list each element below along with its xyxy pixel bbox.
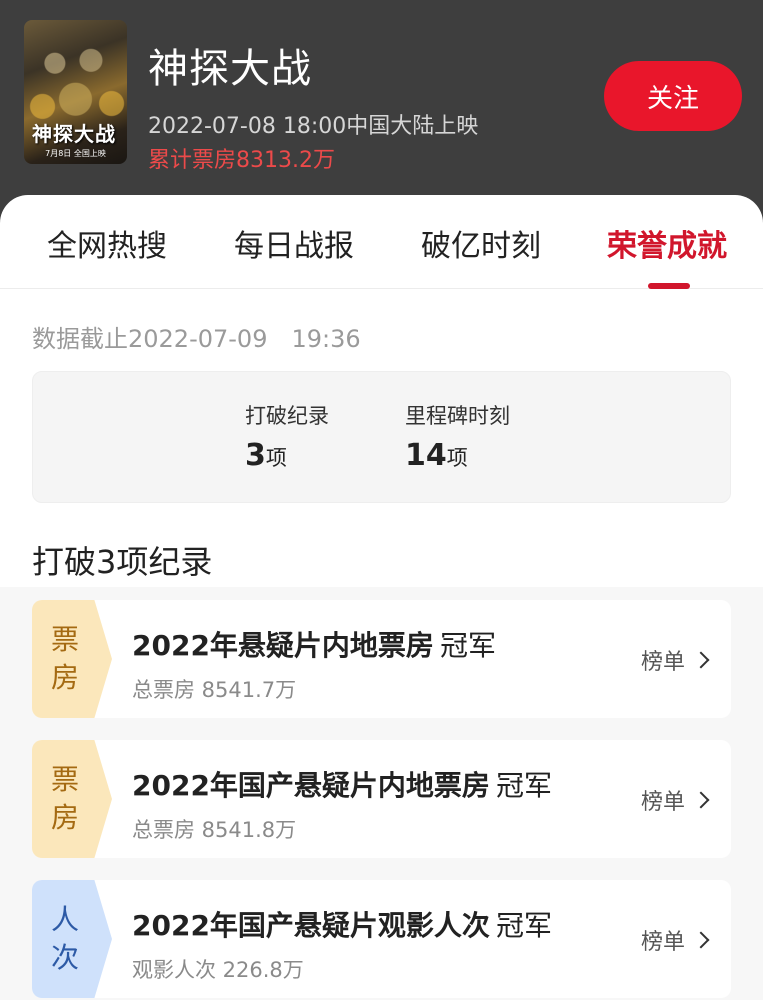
follow-button[interactable]: 关注	[604, 61, 742, 131]
tag-char: 票	[50, 623, 79, 656]
tag-char: 房	[50, 801, 79, 834]
record-detail: 总票房 8541.8万	[132, 818, 297, 842]
record-card[interactable]: 票 房 2022年国产悬疑片内地票房 冠军 总票房 8541.8万 榜单	[32, 740, 731, 858]
tab-honors[interactable]: 荣誉成就	[607, 221, 727, 265]
milestones-count: 14项	[405, 438, 468, 473]
tab-bar: 全网热搜 每日战报 破亿时刻 荣誉成就	[0, 195, 763, 289]
movie-poster[interactable]: 神探大战 7月8日 全国上映	[24, 20, 127, 164]
record-detail: 观影人次 226.8万	[132, 958, 304, 982]
record-card[interactable]: 人 次 2022年国产悬疑片观影人次 冠军 观影人次 226.8万 榜单	[32, 880, 731, 998]
tab-hot-search[interactable]: 全网热搜	[47, 221, 167, 265]
tab-daily-report[interactable]: 每日战报	[234, 221, 354, 265]
record-title: 2022年悬疑片内地票房 冠军	[132, 624, 496, 664]
chart-link-label: 榜单	[640, 790, 685, 815]
records-value: 3	[245, 438, 266, 473]
chart-link[interactable]: 榜单	[640, 784, 710, 816]
chevron-right-icon	[692, 651, 710, 669]
record-rank: 冠军	[495, 909, 552, 942]
chevron-right-icon	[692, 931, 710, 949]
cumulative-boxoffice: 累计票房8313.2万	[148, 148, 335, 173]
data-cutoff-time: 数据截止2022-07-09 19:36	[32, 325, 361, 353]
records-unit: 项	[265, 446, 287, 470]
tab-100m-moment[interactable]: 破亿时刻	[421, 221, 541, 265]
chevron-right-icon	[692, 791, 710, 809]
record-card[interactable]: 票 房 2022年悬疑片内地票房 冠军 总票房 8541.7万 榜单	[32, 600, 731, 718]
records-label: 打破纪录	[245, 404, 329, 428]
category-tag: 票 房	[32, 740, 112, 858]
record-name: 2022年国产悬疑片观影人次	[132, 909, 490, 942]
active-tab-indicator	[648, 283, 690, 289]
tag-char: 票	[50, 763, 79, 796]
records-count: 3项	[245, 438, 287, 473]
record-title: 2022年国产悬疑片内地票房 冠军	[132, 764, 552, 804]
record-title: 2022年国产悬疑片观影人次 冠军	[132, 904, 552, 944]
tag-char: 房	[50, 661, 79, 694]
poster-subtitle: 7月8日 全国上映	[45, 149, 106, 158]
tag-char: 次	[50, 941, 79, 974]
chart-link[interactable]: 榜单	[640, 644, 710, 676]
milestones-unit: 项	[446, 446, 468, 470]
category-tag: 人 次	[32, 880, 112, 998]
chart-link-label: 榜单	[640, 650, 685, 675]
honors-summary-card: 打破纪录 3项 里程碑时刻 14项	[32, 371, 731, 503]
milestones-value: 14	[405, 438, 447, 473]
milestones-label: 里程碑时刻	[405, 404, 510, 428]
record-detail: 总票房 8541.7万	[132, 678, 297, 702]
record-name: 2022年国产悬疑片内地票房	[132, 769, 490, 802]
section-title: 打破3项纪录	[32, 543, 213, 581]
record-rank: 冠军	[495, 769, 552, 802]
records-list: 票 房 2022年悬疑片内地票房 冠军 总票房 8541.7万 榜单 票 房 20…	[0, 587, 763, 1000]
movie-title: 神探大战	[148, 46, 312, 92]
content-panel: 全网热搜 每日战报 破亿时刻 荣誉成就 数据截止2022-07-09 19:36…	[0, 195, 763, 1000]
category-tag: 票 房	[32, 600, 112, 718]
poster-title: 神探大战	[32, 122, 116, 146]
tag-char: 人	[50, 903, 79, 936]
chart-link-label: 榜单	[640, 930, 685, 955]
chart-link[interactable]: 榜单	[640, 924, 710, 956]
record-name: 2022年悬疑片内地票房	[132, 629, 434, 662]
release-info: 2022-07-08 18:00中国大陆上映	[148, 114, 479, 139]
record-rank: 冠军	[439, 629, 496, 662]
